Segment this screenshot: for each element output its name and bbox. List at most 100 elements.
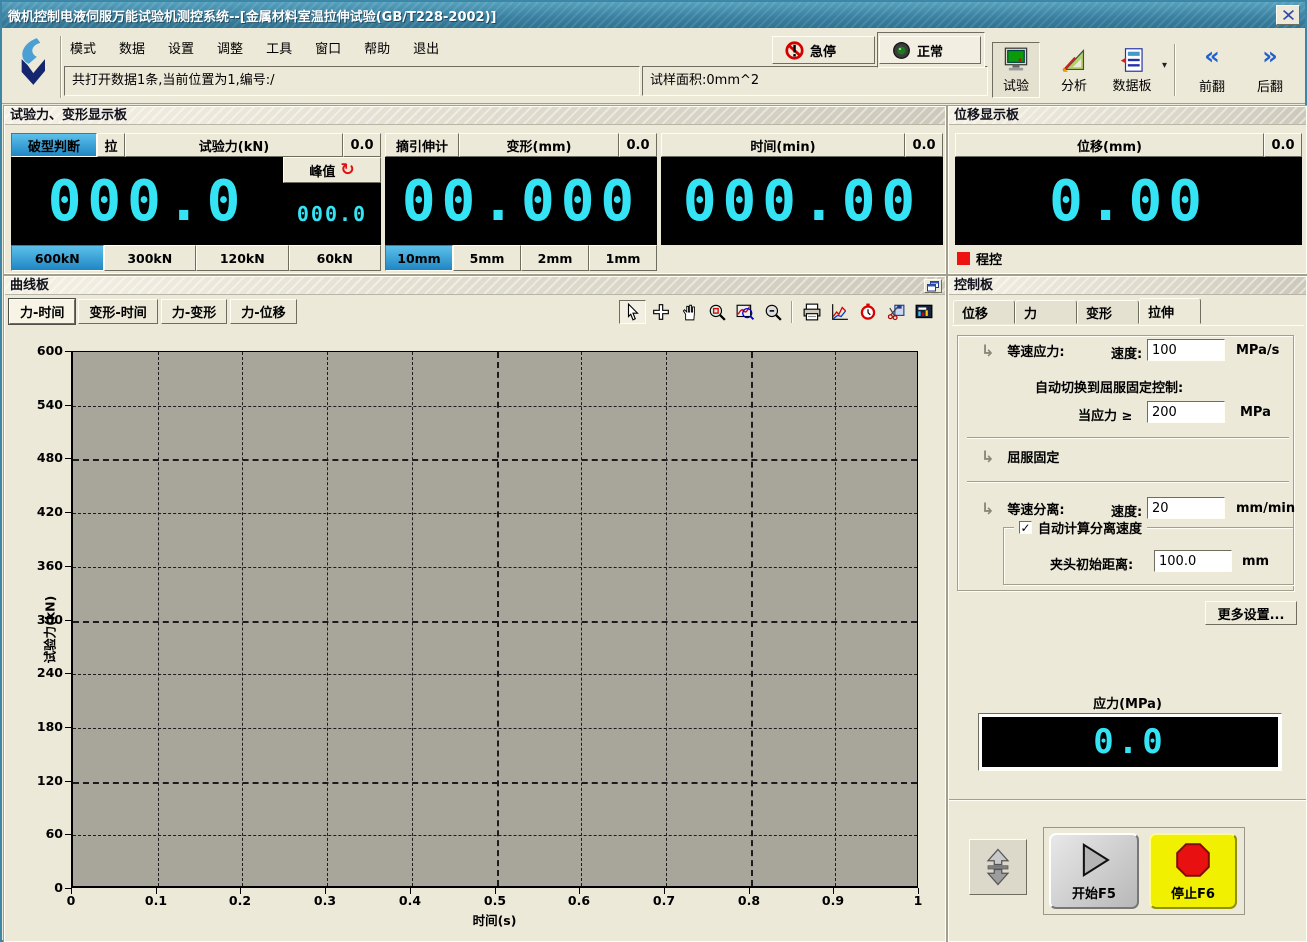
display-settings-tool-button[interactable] bbox=[910, 300, 937, 324]
curve-tab-力-变形[interactable]: 力-变形 bbox=[161, 299, 227, 324]
time-display-block: 时间(min) 0.0 000.00 bbox=[661, 133, 943, 245]
page-prev-button[interactable]: « 前翻 bbox=[1184, 42, 1240, 98]
tick-mark-y-540 bbox=[65, 405, 71, 406]
break-judge-button[interactable]: 破型判断 bbox=[11, 133, 97, 157]
menu-item-设置[interactable]: 设置 bbox=[166, 37, 196, 58]
control-tab-拉伸[interactable]: 拉伸 bbox=[1139, 298, 1201, 324]
stress-led-display: 0.0 bbox=[982, 717, 1278, 767]
chart-plot[interactable] bbox=[71, 351, 918, 888]
menu-item-工具[interactable]: 工具 bbox=[264, 37, 294, 58]
reset-peak-icon[interactable]: ↻ bbox=[340, 160, 354, 180]
auto-calc-group: ✓ 自动计算分离速度 夹头初始距离: mm bbox=[1003, 527, 1294, 585]
peak-label: 峰值 bbox=[309, 161, 335, 180]
extensometer-remove-button[interactable]: 摘引伸计 bbox=[385, 133, 459, 157]
separation-speed-input[interactable] bbox=[1147, 497, 1225, 519]
test-view-button[interactable]: 试验 bbox=[992, 42, 1040, 98]
stop-button[interactable]: 停止F6 bbox=[1149, 833, 1237, 909]
force-led-display: 000.0 bbox=[11, 157, 283, 245]
deform-range-button-1mm[interactable]: 1mm bbox=[589, 245, 657, 271]
prev-arrows-icon: « bbox=[1204, 44, 1220, 68]
force-label: 试验力(kN) bbox=[125, 133, 343, 157]
auto-calc-legend: ✓ 自动计算分离速度 bbox=[1014, 518, 1147, 537]
curve-tab-变形-时间[interactable]: 变形-时间 bbox=[78, 299, 157, 324]
menu-item-数据[interactable]: 数据 bbox=[117, 37, 147, 58]
grip-distance-input[interactable] bbox=[1154, 550, 1232, 572]
zoom-select-tool-button[interactable] bbox=[703, 300, 730, 324]
menu-item-模式[interactable]: 模式 bbox=[68, 37, 98, 58]
deform-range-button-5mm[interactable]: 5mm bbox=[453, 245, 521, 271]
gridline-y-300 bbox=[73, 621, 917, 623]
control-tab-位移[interactable]: 位移 bbox=[953, 300, 1015, 324]
peak-button[interactable]: 峰值 ↻ bbox=[283, 157, 381, 183]
stop-label: 停止F6 bbox=[1171, 883, 1215, 902]
stress-speed-input[interactable] bbox=[1147, 339, 1225, 361]
zoom-out-tool-button[interactable] bbox=[759, 300, 786, 324]
auto-switch-label: 自动切换到屈服固定控制: bbox=[1035, 377, 1183, 396]
deform-range-button-2mm[interactable]: 2mm bbox=[521, 245, 589, 271]
more-settings-button[interactable]: 更多设置... bbox=[1205, 601, 1297, 625]
chart-toolbar-separator bbox=[791, 301, 793, 323]
cut-save-tool-button[interactable] bbox=[882, 300, 909, 324]
analysis-button[interactable]: 分析 bbox=[1050, 42, 1098, 98]
stress-display-label: 应力(MPa) bbox=[949, 693, 1306, 712]
y-tick-label-300: 300 bbox=[23, 612, 63, 627]
force-range-button-300kN[interactable]: 300kN bbox=[104, 245, 197, 271]
test-view-label: 试验 bbox=[1003, 75, 1029, 94]
force-panel-title: 试验力、变形显示板 bbox=[10, 108, 127, 123]
pull-mode-button[interactable]: 拉 bbox=[97, 133, 125, 157]
start-button[interactable]: 开始F5 bbox=[1049, 833, 1139, 909]
app-root: { "window": { "title": "微机控制电液伺服万能试验机测控系… bbox=[0, 0, 1307, 942]
close-button[interactable] bbox=[1276, 5, 1300, 25]
curve-panel-header: 曲线板 bbox=[5, 277, 945, 295]
zoom-curve-tool-button[interactable] bbox=[731, 300, 758, 324]
control-tab-力[interactable]: 力 bbox=[1015, 300, 1077, 324]
force-range-button-60kN[interactable]: 60kN bbox=[289, 245, 382, 271]
panel-restore-button[interactable] bbox=[924, 279, 942, 293]
app-logo-icon bbox=[10, 36, 52, 94]
menu-item-调整[interactable]: 调整 bbox=[215, 37, 245, 58]
yield-fixed-label: 屈服固定 bbox=[1007, 447, 1059, 466]
crosshead-jog-button[interactable] bbox=[969, 839, 1027, 895]
control-tab-变形[interactable]: 变形 bbox=[1077, 300, 1139, 324]
curve-tab-力-时间[interactable]: 力-时间 bbox=[9, 299, 75, 324]
normal-status-button[interactable]: 正常 bbox=[879, 36, 981, 64]
program-control-indicator-icon bbox=[957, 252, 970, 265]
curve-tab-力-位移[interactable]: 力-位移 bbox=[230, 299, 296, 324]
x-tick-label-0.4: 0.4 bbox=[388, 893, 432, 908]
emergency-stop-button[interactable]: 急停 bbox=[772, 36, 875, 64]
force-range-button-120kN[interactable]: 120kN bbox=[196, 245, 289, 271]
pan-hand-tool-button[interactable] bbox=[675, 300, 702, 324]
force-range-button-600kN[interactable]: 600kN bbox=[11, 245, 104, 271]
compare-curves-tool-button[interactable] bbox=[826, 300, 853, 324]
y-tick-label-120: 120 bbox=[23, 773, 63, 788]
program-control-row: 程控 bbox=[955, 245, 1302, 271]
compare-curves-icon bbox=[830, 303, 850, 321]
x-tick-label-0.6: 0.6 bbox=[557, 893, 601, 908]
menu-item-退出[interactable]: 退出 bbox=[411, 37, 441, 58]
page-next-button[interactable]: » 后翻 bbox=[1242, 42, 1298, 98]
curve-panel-title: 曲线板 bbox=[10, 278, 49, 293]
tick-mark-y-60 bbox=[65, 834, 71, 835]
auto-calc-checkbox[interactable]: ✓ bbox=[1019, 521, 1032, 534]
cursor-tool-button[interactable] bbox=[619, 300, 646, 324]
when-stress-label: 当应力 ≥ bbox=[1078, 405, 1132, 424]
print-tool-button[interactable] bbox=[798, 300, 825, 324]
y-tick-label-600: 600 bbox=[23, 343, 63, 358]
x-tick-label-0.7: 0.7 bbox=[642, 893, 686, 908]
deform-range-button-10mm[interactable]: 10mm bbox=[385, 245, 453, 271]
databoard-button[interactable]: 数据板 bbox=[1104, 42, 1160, 98]
yield-fixed-row: ↳ 屈服固定 bbox=[981, 447, 1059, 466]
menu-item-帮助[interactable]: 帮助 bbox=[362, 37, 392, 58]
control-bottom-separator bbox=[949, 799, 1306, 801]
databoard-dropdown-arrow-icon[interactable]: ▾ bbox=[1162, 60, 1167, 71]
tick-mark-y-360 bbox=[65, 566, 71, 567]
crosshair-tool-button[interactable] bbox=[647, 300, 674, 324]
menu-item-窗口[interactable]: 窗口 bbox=[313, 37, 343, 58]
display-settings-icon bbox=[914, 303, 934, 321]
switch-stress-input[interactable] bbox=[1147, 401, 1225, 423]
timer-tool-button[interactable] bbox=[854, 300, 881, 324]
branch-arrow-icon: ↳ bbox=[981, 344, 994, 358]
deform-aux-value: 0.0 bbox=[619, 133, 657, 157]
tick-mark-y-240 bbox=[65, 673, 71, 674]
disp-panel-header: 位移显示板 bbox=[949, 107, 1306, 125]
